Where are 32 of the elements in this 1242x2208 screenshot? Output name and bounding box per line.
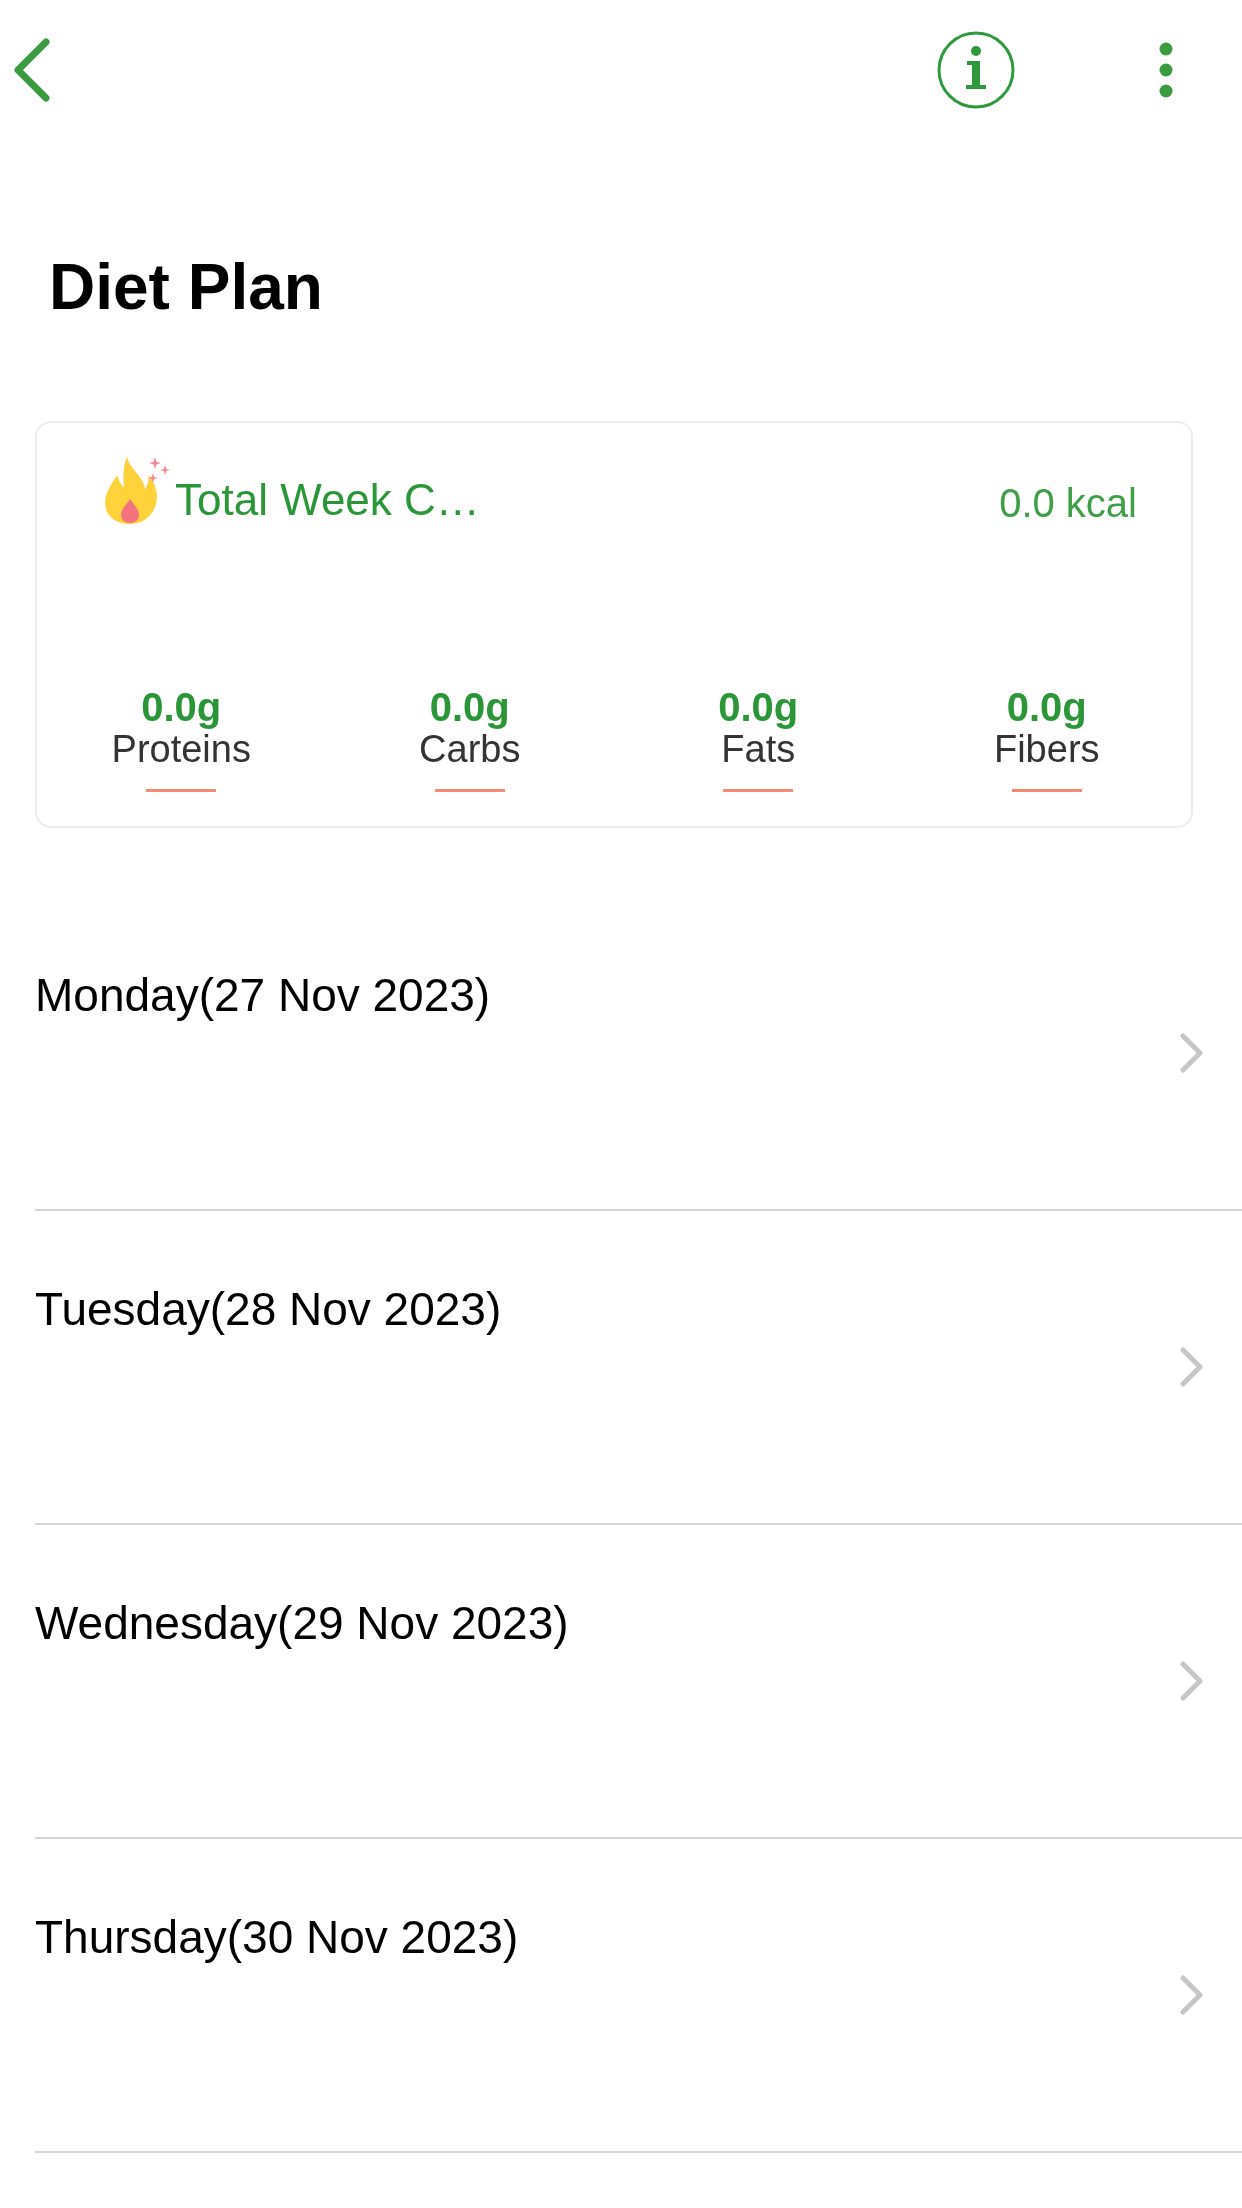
page-title: Diet Plan [49,251,323,325]
chevron-right-icon [1180,1346,1204,1387]
info-button[interactable] [936,30,1016,110]
back-button[interactable] [12,37,52,103]
back-icon [13,38,51,102]
accent-underline [146,788,217,792]
day-label: Monday(27 Nov 2023) [35,968,491,1022]
day-label: Tuesday(28 Nov 2023) [35,1282,502,1336]
macro-label: Fats [721,728,796,771]
summary-title: Total Week C… [175,476,480,525]
day-label: Thursday(30 Nov 2023) [35,1910,519,1964]
macro-label: Fibers [993,728,1100,771]
chevron-right-icon [1180,1974,1204,2015]
accent-underline [723,788,794,792]
day-row[interactable]: Monday(27 Nov 2023) [35,896,1242,1211]
calories-value: 0.0 kcal [999,480,1137,525]
more-options-icon [1159,42,1173,98]
day-row[interactable]: Thursday(30 Nov 2023) [35,1838,1242,2153]
info-icon [937,31,1015,109]
macro-label: Proteins [111,728,251,771]
macro-label: Carbs [419,728,521,771]
macro-value: 0.0g [1006,684,1087,729]
day-row[interactable]: Wednesday(29 Nov 2023) [35,1524,1242,1839]
macro-value: 0.0g [718,684,799,729]
chevron-right-icon [1180,1032,1204,1073]
macro-value: 0.0g [141,684,222,729]
chevron-right-icon [1180,1660,1204,1701]
macro-value: 0.0g [429,684,510,729]
day-label: Wednesday(29 Nov 2023) [35,1596,569,1650]
accent-underline [434,788,505,792]
accent-underline [1011,788,1082,792]
day-row[interactable]: Tuesday(28 Nov 2023) [35,1210,1242,1525]
